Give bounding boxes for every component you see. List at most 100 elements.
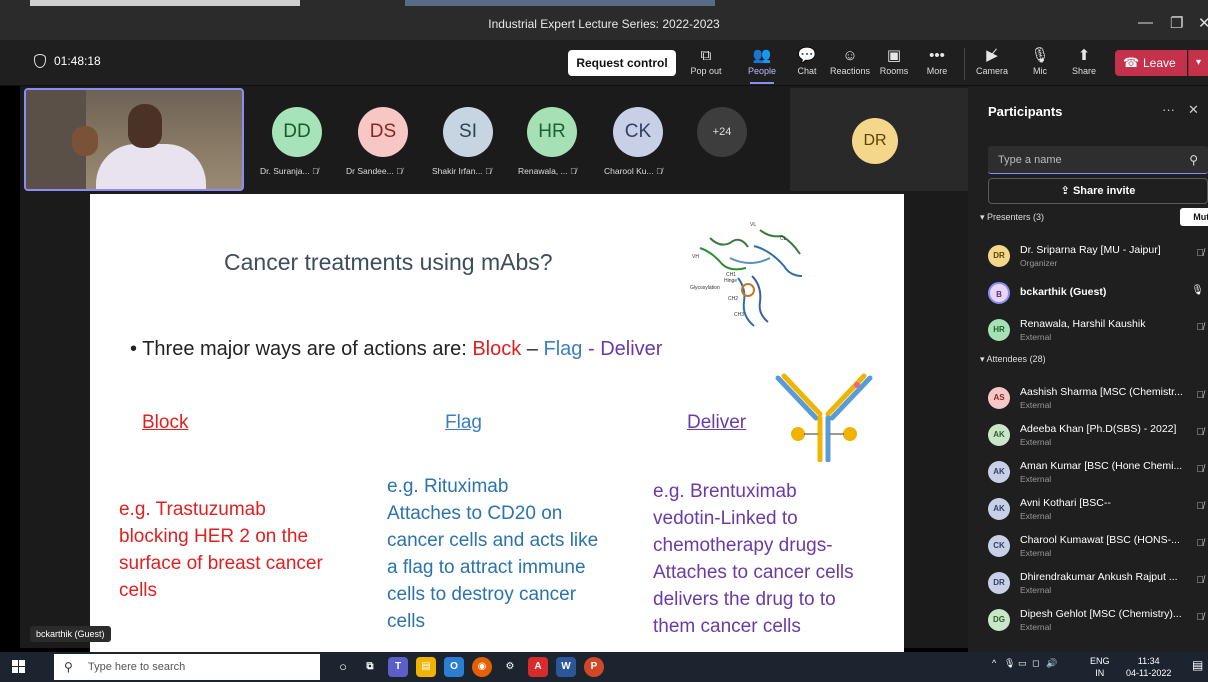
- more-participants-button[interactable]: +24: [697, 107, 747, 157]
- slide-title: Cancer treatments using mAbs?: [224, 249, 553, 275]
- mic-off-icon: 🎙̸: [1196, 248, 1205, 259]
- participant-search-input[interactable]: Type a name ⚲: [988, 146, 1208, 174]
- participant-row[interactable]: HR Renawala, Harshil Kaushik External 🎙̸: [986, 314, 1208, 344]
- participant-name: Dr Sandee... 🎙̸: [346, 166, 403, 176]
- slide-bullet: • Three major ways are of actions are: B…: [130, 338, 663, 360]
- taskbar-search-input[interactable]: ⚲ Type here to search: [54, 654, 320, 680]
- mic-off-icon: 🎙̸: [1196, 612, 1205, 623]
- participant-row[interactable]: AK Aman Kumar [BSC (Hone Chemi... Extern…: [986, 456, 1208, 486]
- attendees-section-label[interactable]: ▾ Attendees (28): [980, 354, 1046, 365]
- teams-icon[interactable]: T: [388, 657, 408, 677]
- column-heading-flag: Flag: [445, 412, 482, 433]
- participant-row[interactable]: CK Charool Kumawat [BSC (HONS-... Extern…: [986, 530, 1208, 560]
- participant-avatar[interactable]: SI: [443, 107, 493, 157]
- spotlight-tile[interactable]: DR: [790, 88, 970, 191]
- video-person-hand: [72, 126, 98, 156]
- mic-tray-icon[interactable]: 🎙: [1004, 658, 1015, 669]
- participant-avatar[interactable]: DS: [358, 107, 408, 157]
- rooms-button[interactable]: ▣ Rooms: [872, 46, 916, 76]
- windows-taskbar: ⚲ Type here to search ○ ⧉ T ▤ O ◉ ⚙ A W …: [0, 652, 1208, 682]
- word-icon[interactable]: W: [556, 657, 576, 677]
- share-invite-button[interactable]: ⇪ Share invite: [988, 178, 1208, 204]
- participant-row[interactable]: DR Dhirendrakumar Ankush Rajput ... Exte…: [986, 567, 1208, 597]
- volume-icon[interactable]: 🔊: [1046, 658, 1057, 669]
- show-hidden-icons-icon[interactable]: ^: [992, 658, 996, 668]
- video-person-body: [96, 144, 206, 189]
- network-icon[interactable]: ◻: [1032, 658, 1039, 669]
- close-icon[interactable]: ✕: [1198, 14, 1208, 32]
- self-name-tag: bckarthik (Guest): [30, 626, 111, 642]
- shared-slide: Cancer treatments using mAbs? VL VH CL C…: [90, 194, 904, 654]
- firefox-icon[interactable]: ◉: [472, 657, 492, 677]
- minimize-icon[interactable]: —: [1138, 14, 1153, 31]
- mic-button[interactable]: 🎙 Mic: [1018, 46, 1062, 76]
- avatar: HR: [988, 319, 1010, 341]
- panel-title: Participants: [988, 104, 1063, 119]
- avatar: DG: [988, 609, 1010, 631]
- participant-row[interactable]: B bckarthik (Guest) 🎙: [986, 277, 1208, 307]
- participant-row[interactable]: AK Avni Kothari [BSC-- External 🎙̸: [986, 493, 1208, 523]
- participant-row[interactable]: DG Dipesh Gehlot [MSC (Chemistry)... Ext…: [986, 604, 1208, 634]
- more-button[interactable]: ••• More: [915, 46, 959, 76]
- mic-off-icon: 🎙̸: [570, 166, 577, 176]
- battery-icon[interactable]: ▭: [1018, 658, 1027, 669]
- participant-avatar[interactable]: DD: [272, 107, 322, 157]
- pop-out-icon: ⧉: [700, 47, 712, 64]
- svg-text:CH3: CH3: [734, 312, 744, 318]
- more-icon: •••: [929, 47, 945, 64]
- participant-name: Charool Ku... 🎙̸: [604, 166, 663, 176]
- chat-icon: 💬: [797, 47, 817, 64]
- mic-off-icon: 🎙̸: [1196, 575, 1205, 586]
- cortana-icon[interactable]: ○: [333, 657, 353, 677]
- mute-all-button[interactable]: Mute all: [1180, 208, 1208, 226]
- mic-icon: 🎙: [1191, 285, 1204, 296]
- maximize-icon[interactable]: ❐: [1170, 14, 1183, 32]
- antibody-structure-image: VL VH CL CH1 Hinge Glycosylation CH2 CH3: [690, 222, 803, 327]
- notifications-icon[interactable]: ▤: [1192, 658, 1203, 672]
- share-icon: ⇪: [1060, 185, 1070, 197]
- search-icon: ⚲: [1189, 153, 1198, 167]
- avatar: CK: [988, 535, 1010, 557]
- toolbar-divider: [964, 48, 965, 80]
- acrobat-icon[interactable]: A: [528, 657, 548, 677]
- share-button[interactable]: ⬆ Share: [1062, 46, 1106, 76]
- presenter-video-tile[interactable]: [24, 88, 244, 191]
- reactions-button[interactable]: ☺ Reactions: [828, 46, 872, 76]
- avatar: AS: [988, 387, 1010, 409]
- participant-row[interactable]: AK Adeeba Khan [Ph.D(SBS) - 2022] Extern…: [986, 419, 1208, 449]
- column-heading-deliver: Deliver: [687, 412, 747, 433]
- avatar: DR: [988, 572, 1010, 594]
- mic-off-icon: 🎙̸: [1196, 427, 1205, 438]
- presenters-section-label[interactable]: ▾ Presenters (3): [980, 212, 1044, 223]
- spotlight-avatar: DR: [852, 118, 898, 164]
- leave-options-chevron[interactable]: ▾: [1188, 50, 1208, 76]
- people-button[interactable]: 👥 People: [740, 46, 784, 84]
- participant-row[interactable]: AS Aashish Sharma [MSC (Chemistr... Exte…: [986, 382, 1208, 412]
- chat-button[interactable]: 💬 Chat: [785, 46, 829, 76]
- language-indicator[interactable]: ENG IN: [1090, 655, 1110, 679]
- file-explorer-icon[interactable]: ▤: [416, 657, 436, 677]
- column-heading-block: Block: [142, 412, 189, 433]
- more-options-icon[interactable]: ···: [1162, 102, 1175, 117]
- powerpoint-icon[interactable]: P: [584, 657, 604, 677]
- avatar: DR: [988, 245, 1010, 267]
- svg-text:Hinge: Hinge: [724, 278, 737, 284]
- camera-button[interactable]: ▶̸ Camera: [970, 46, 1014, 76]
- pop-out-button[interactable]: ⧉ Pop out: [684, 46, 728, 76]
- svg-text:VL: VL: [750, 222, 756, 228]
- leave-button[interactable]: ☎ Leave: [1115, 50, 1187, 76]
- windows-start-icon[interactable]: [12, 660, 26, 674]
- settings-icon[interactable]: ⚙: [500, 657, 520, 677]
- participant-avatar[interactable]: HR: [527, 107, 577, 157]
- avatar: AK: [988, 424, 1010, 446]
- participant-row[interactable]: DR Dr. Sriparna Ray [MU - Jaipur] Organi…: [986, 240, 1208, 270]
- outlook-icon[interactable]: O: [444, 657, 464, 677]
- task-view-icon[interactable]: ⧉: [360, 657, 380, 677]
- close-icon[interactable]: ✕: [1188, 102, 1199, 118]
- mic-off-icon: 🎙̸: [1196, 390, 1205, 401]
- request-control-button[interactable]: Request control: [568, 50, 676, 76]
- mic-off-icon: 🎙̸: [396, 166, 403, 176]
- taskbar-clock[interactable]: 11:34 04-11-2022: [1126, 655, 1171, 679]
- svg-text:CH2: CH2: [728, 296, 738, 302]
- participant-avatar[interactable]: CK: [613, 107, 663, 157]
